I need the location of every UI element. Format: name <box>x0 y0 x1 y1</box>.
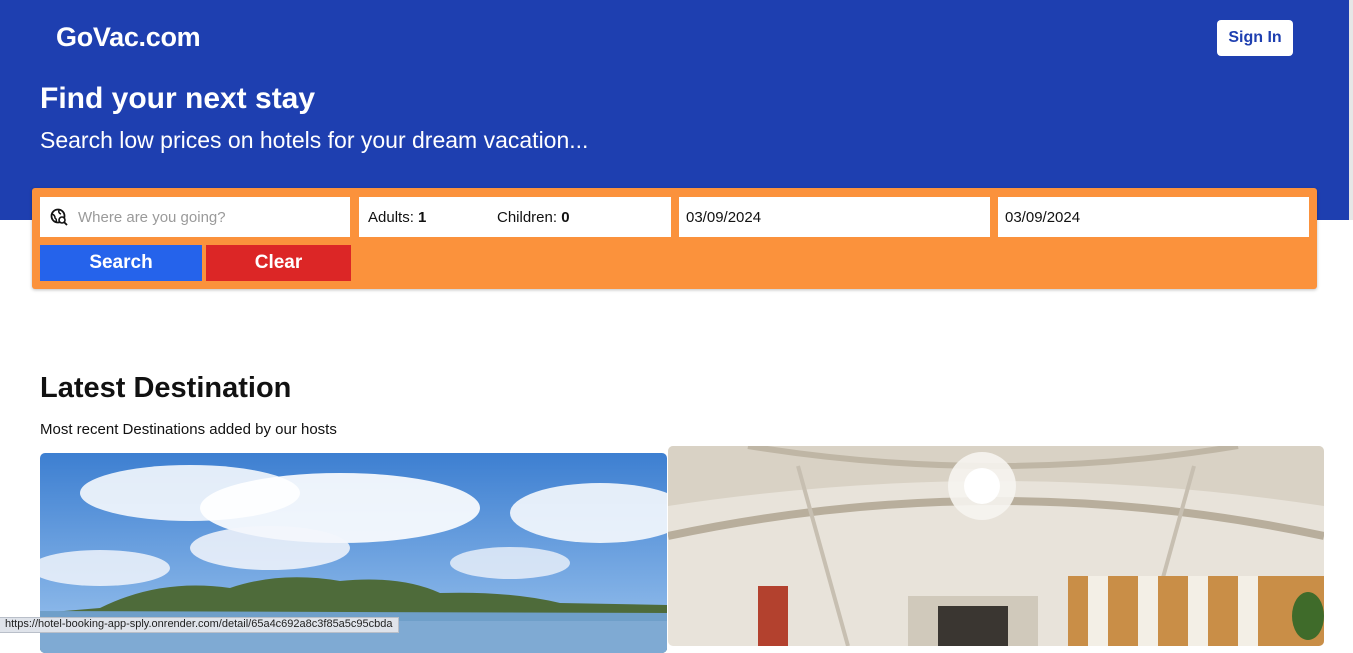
check-out-input[interactable] <box>1005 197 1295 237</box>
search-button[interactable]: Search <box>40 245 202 281</box>
guests-field: Adults: 1 Children: 0 <box>359 197 671 237</box>
adults-counter[interactable]: Adults: 1 <box>368 209 426 226</box>
children-label: Children: <box>497 209 558 226</box>
destination-field[interactable] <box>40 197 350 237</box>
sign-in-button[interactable]: Sign In <box>1217 20 1293 56</box>
hall-photo <box>668 446 1324 646</box>
children-counter[interactable]: Children: 0 <box>497 209 570 226</box>
destination-card-hall[interactable] <box>668 446 1324 646</box>
check-in-input[interactable] <box>686 197 976 237</box>
search-bar: Adults: 1 Children: 0 Search Clear <box>32 188 1317 289</box>
globe-search-icon <box>50 208 68 226</box>
hero-title: Find your next stay <box>40 82 316 115</box>
children-value[interactable]: 0 <box>561 209 569 226</box>
page-scrollbar[interactable] <box>1349 0 1353 220</box>
hero-subtitle: Search low prices on hotels for your dre… <box>40 127 589 153</box>
site-logo[interactable]: GoVac.com <box>56 22 201 53</box>
hero-header: GoVac.com Sign In Find your next stay Se… <box>0 0 1353 220</box>
destination-input[interactable] <box>78 197 343 237</box>
check-in-field[interactable] <box>679 197 990 237</box>
clear-button[interactable]: Clear <box>206 245 351 281</box>
latest-destination-subtitle: Most recent Destinations added by our ho… <box>40 421 337 438</box>
check-out-field[interactable] <box>998 197 1309 237</box>
adults-label: Adults: <box>368 209 414 226</box>
latest-destination-title: Latest Destination <box>40 372 292 404</box>
status-bar-url: https://hotel-booking-app-spl​y.onrender… <box>0 617 399 633</box>
adults-value[interactable]: 1 <box>418 209 426 226</box>
